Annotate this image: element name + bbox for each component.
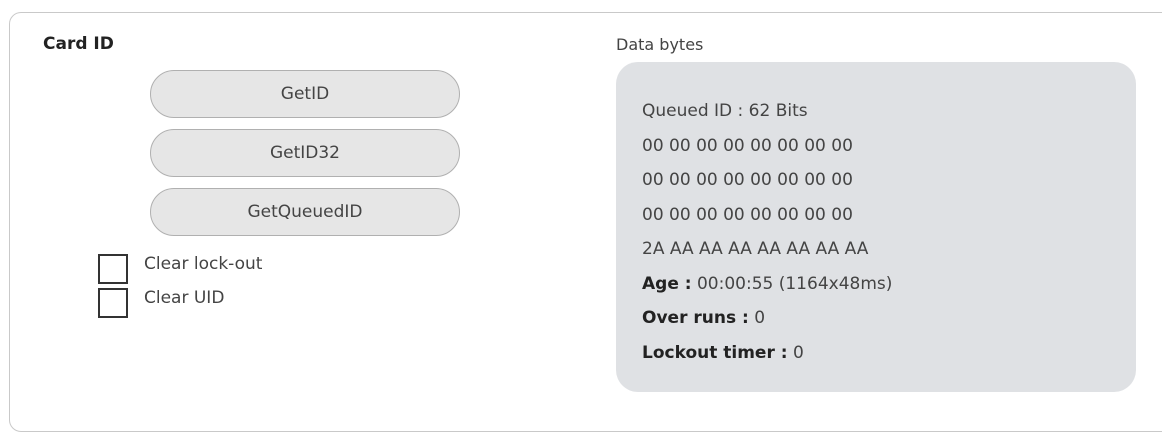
over-runs-value: 0: [754, 308, 766, 328]
queued-id-text: Queued ID : 62 Bits: [642, 101, 808, 121]
data-bytes-row: 00 00 00 00 00 00 00 00: [642, 170, 853, 190]
data-bytes-row: 00 00 00 00 00 00 00 00: [642, 135, 853, 156]
data-bytes-title: Data bytes: [616, 35, 704, 54]
clear-lockout-label: Clear lock-out: [144, 254, 263, 274]
lockout-timer-line: Lockout timer : 0: [642, 336, 1110, 371]
age-line: Age : 00:00:55 (1164x48ms): [642, 267, 1110, 302]
clear-uid-option[interactable]: Clear UID: [98, 288, 224, 318]
clear-uid-checkbox[interactable]: [98, 288, 128, 318]
get-queued-id-button[interactable]: GetQueuedID: [150, 188, 460, 236]
age-label: Age :: [642, 273, 692, 294]
over-runs-label: Over runs :: [642, 308, 749, 328]
data-bytes-row: 00 00 00 00 00 00 00 00: [642, 204, 853, 225]
lockout-timer-value: 0: [792, 342, 804, 363]
data-bytes-display: Queued ID : 62 Bits 00 00 00 00 00 00 00…: [616, 62, 1136, 392]
age-value: 00:00:55 (1164x48ms): [696, 273, 893, 294]
clear-lockout-checkbox[interactable]: [98, 254, 128, 284]
card-id-title: Card ID: [43, 34, 114, 54]
clear-lockout-option[interactable]: Clear lock-out: [98, 254, 262, 284]
clear-uid-label: Clear UID: [144, 288, 225, 308]
data-bytes-row: 2A AA AA AA AA AA AA AA: [642, 239, 869, 259]
over-runs-line: Over runs : 0: [642, 301, 1110, 336]
lockout-timer-label: Lockout timer :: [642, 342, 788, 363]
get-id32-button[interactable]: GetID32: [150, 129, 460, 177]
get-id-button[interactable]: GetID: [150, 70, 460, 118]
